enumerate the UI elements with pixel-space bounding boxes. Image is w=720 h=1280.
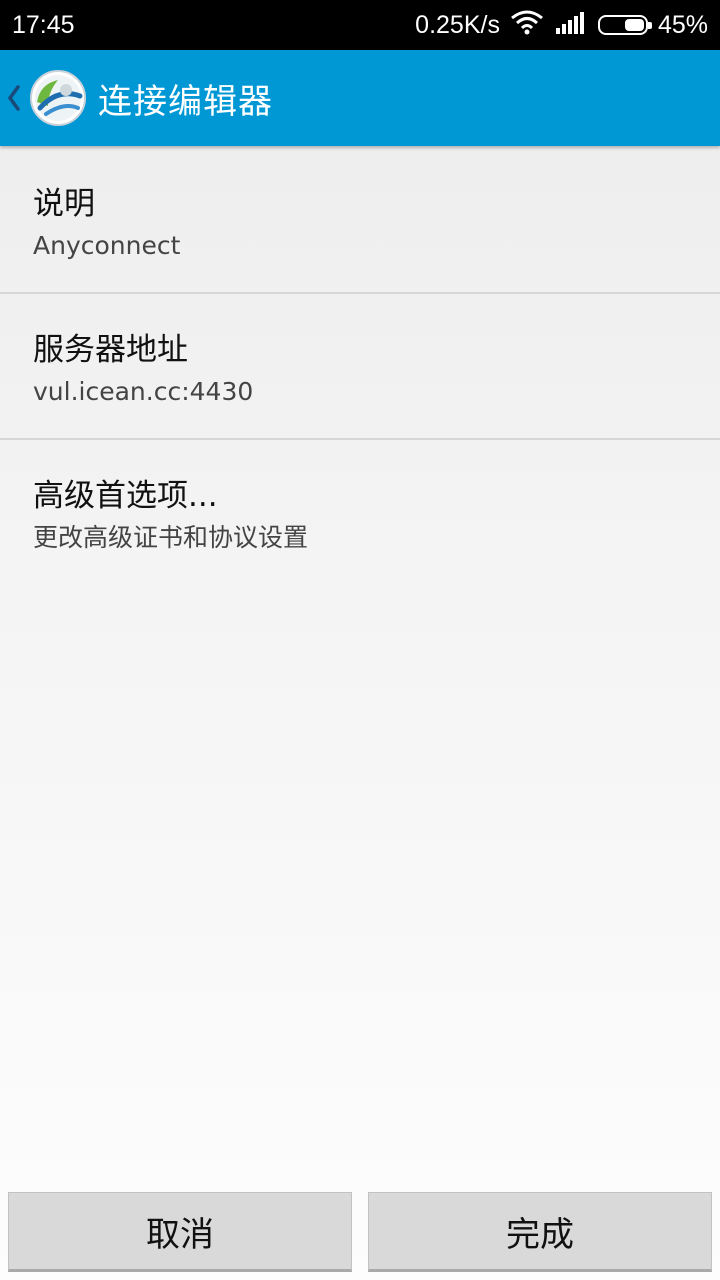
item-title: 服务器地址 xyxy=(33,332,188,368)
status-right-group: 0.25K/s 45% xyxy=(415,9,708,42)
status-time: 17:45 xyxy=(12,10,75,39)
battery-icon xyxy=(597,15,652,35)
anyconnect-logo-icon[interactable] xyxy=(28,68,88,128)
app-bar: 连接编辑器 xyxy=(0,50,720,146)
item-subtitle: Anyconnect xyxy=(33,231,181,260)
back-chevron-icon[interactable] xyxy=(6,78,30,118)
bottom-button-bar: 取消 完成 xyxy=(0,1190,720,1274)
status-bar: 17:45 0.25K/s 45% xyxy=(0,0,720,50)
cancel-button[interactable]: 取消 xyxy=(8,1192,352,1272)
signal-icon xyxy=(554,10,588,41)
list-item-description[interactable]: 说明 Anyconnect xyxy=(0,148,720,294)
settings-list: 说明 Anyconnect 服务器地址 vul.icean.cc:4430 高级… xyxy=(0,148,720,586)
item-subtitle: vul.icean.cc:4430 xyxy=(33,377,254,406)
battery-cap xyxy=(647,22,652,29)
item-title: 高级首选项... xyxy=(33,478,218,514)
net-speed: 0.25K/s xyxy=(415,10,500,39)
done-button[interactable]: 完成 xyxy=(368,1192,712,1272)
battery-fill xyxy=(625,19,644,31)
battery-percent: 45% xyxy=(657,10,708,39)
item-title: 说明 xyxy=(33,186,95,222)
list-item-server-address[interactable]: 服务器地址 vul.icean.cc:4430 xyxy=(0,294,720,440)
wifi-icon xyxy=(510,9,544,42)
item-subtitle: 更改高级证书和协议设置 xyxy=(33,523,309,552)
app-title: 连接编辑器 xyxy=(98,81,273,122)
list-item-advanced-preferences[interactable]: 高级首选项... 更改高级证书和协议设置 xyxy=(0,440,720,586)
